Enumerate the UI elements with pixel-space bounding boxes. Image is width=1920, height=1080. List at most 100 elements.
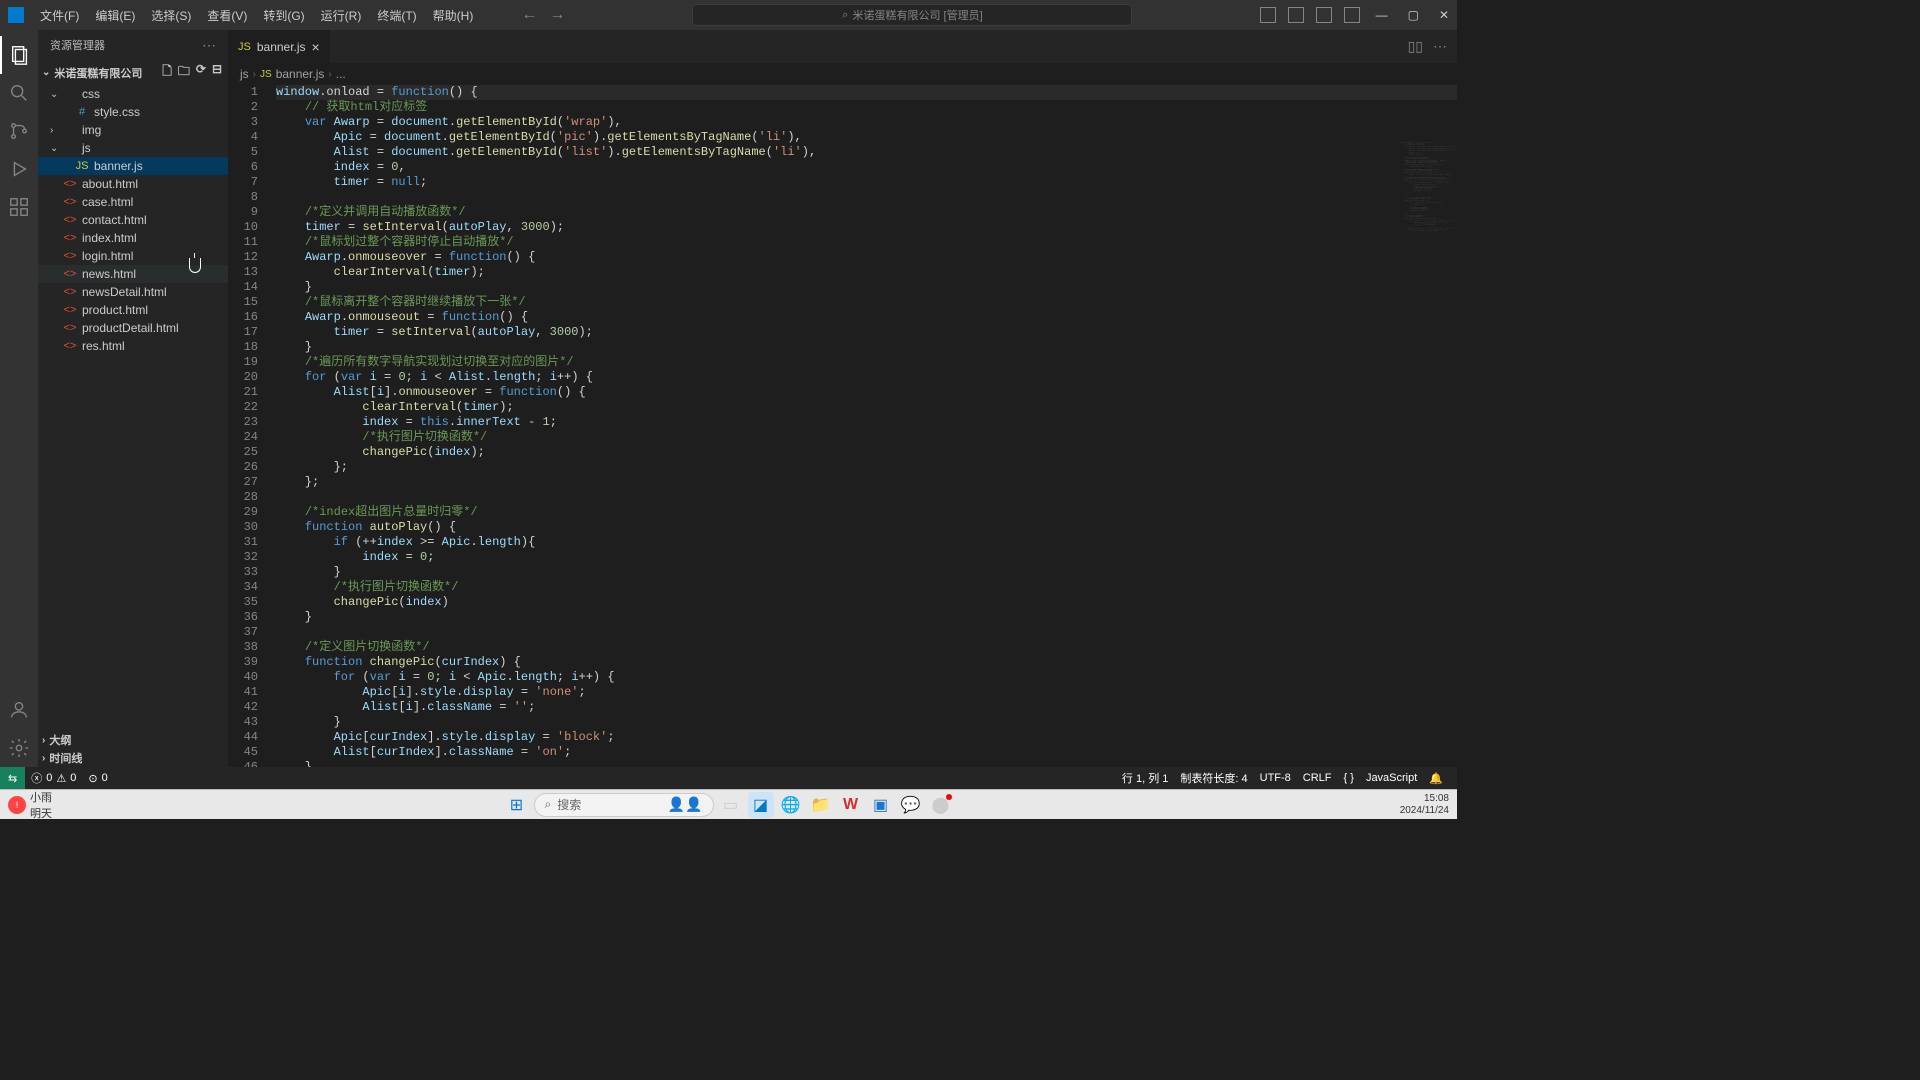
file-login.html[interactable]: <>login.html [38,247,228,265]
menu-item[interactable]: 文件(F) [32,3,87,28]
cursor-position[interactable]: 行 1, 列 1 [1116,770,1174,786]
file-style.css[interactable]: #style.css [38,103,228,121]
file-res.html[interactable]: <>res.html [38,337,228,355]
breadcrumb-segment[interactable]: ... [336,67,346,81]
folder-js[interactable]: ⌄js [38,139,228,157]
line-number: 1 [228,85,258,100]
outline-header[interactable]: ›大纲 [38,731,228,749]
new-file-icon[interactable]: 🗋 [162,62,172,83]
toggle-sidebar-icon[interactable] [1288,7,1304,23]
chevron-icon: › [50,125,62,136]
file-newsDetail.html[interactable]: <>newsDetail.html [38,283,228,301]
line-number: 35 [228,595,258,610]
code-line: /*执行图片切换函数*/ [276,580,1457,595]
ports-button[interactable]: ⊙ 0 [82,772,113,785]
line-number: 11 [228,235,258,250]
collapse-icon[interactable]: ⊟ [212,62,222,83]
menu-item[interactable]: 帮助(H) [425,3,482,28]
tab-banner-js[interactable]: JS banner.js × [228,30,331,63]
split-editor-icon[interactable]: ▯▯ [1408,38,1423,55]
menu-item[interactable]: 查看(V) [199,3,255,28]
folder-img[interactable]: ›img [38,121,228,139]
notifications-icon[interactable]: 🔔 [1423,772,1449,785]
close-button[interactable]: ✕ [1439,8,1449,22]
system-tray-clock[interactable]: 15:08 2024/11/24 [1400,793,1449,817]
folder-css[interactable]: ⌄css [38,85,228,103]
file-banner.js[interactable]: JSbanner.js [38,157,228,175]
refresh-icon[interactable]: ⟳ [196,62,206,83]
file-index.html[interactable]: <>index.html [38,229,228,247]
app-icon-1[interactable]: ▣ [868,792,894,818]
search-activity-icon[interactable] [0,74,38,112]
app-icon-2[interactable]: ⬤ [928,792,954,818]
language-mode[interactable]: JavaScript [1360,772,1423,784]
weather-widget[interactable]: ! 小雨 明天 [8,789,52,821]
js-file-icon: JS [238,41,251,53]
file-about.html[interactable]: <>about.html [38,175,228,193]
clock-time: 15:08 [1400,793,1449,805]
explorer-taskbar-icon[interactable]: 📁 [808,792,834,818]
code-line: index = 0; [276,550,1457,565]
breadcrumb[interactable]: js›JSbanner.js›... [228,63,1457,85]
timeline-header[interactable]: ›时间线 [38,749,228,767]
line-number: 26 [228,460,258,475]
encoding[interactable]: UTF-8 [1254,772,1297,784]
toggle-panel-icon[interactable] [1260,7,1276,23]
file-case.html[interactable]: <>case.html [38,193,228,211]
customize-layout-icon[interactable] [1344,7,1360,23]
vscode-taskbar-icon[interactable]: ◪ [748,792,774,818]
code-line: }; [276,475,1457,490]
menu-item[interactable]: 选择(S) [143,3,199,28]
menu-item[interactable]: 编辑(E) [87,3,143,28]
breadcrumb-segment[interactable]: js [240,67,249,81]
close-tab-icon[interactable]: × [312,39,320,55]
timeline-label: 时间线 [49,750,82,766]
eol[interactable]: CRLF [1297,772,1338,784]
chrome-icon[interactable]: 🌐 [778,792,804,818]
code-line: timer = null; [276,175,1457,190]
code-editor[interactable]: 1234567891011121314151617181920212223242… [228,85,1457,767]
code-line: /*执行图片切换函数*/ [276,430,1457,445]
wechat-icon[interactable]: 💬 [898,792,924,818]
menu-item[interactable]: 终端(T) [369,3,424,28]
forward-arrow-icon[interactable]: → [549,6,565,24]
file-news.html[interactable]: <>news.html [38,265,228,283]
html-file-icon: <> [62,322,78,334]
code-line: if (++index >= Apic.length){ [276,535,1457,550]
code-line: } [276,715,1457,730]
html-file-icon: <> [62,268,78,280]
menu-item[interactable]: 运行(R) [313,3,370,28]
start-button[interactable]: ⊞ [504,792,530,818]
explorer-root[interactable]: ⌄ 米诺蛋糕有限公司 🗋 🗀 ⟳ ⊟ [38,60,228,85]
line-number: 10 [228,220,258,235]
file-productDetail.html[interactable]: <>productDetail.html [38,319,228,337]
toggle-secondary-icon[interactable] [1316,7,1332,23]
settings-gear-icon[interactable] [0,729,38,767]
minimize-button[interactable]: — [1376,8,1388,22]
tab-size[interactable]: 制表符长度: 4 [1174,770,1253,786]
accounts-icon[interactable] [0,691,38,729]
taskbar-search[interactable]: ⌕搜索👤👤 [534,793,714,817]
file-product.html[interactable]: <>product.html [38,301,228,319]
scm-icon[interactable] [0,112,38,150]
explorer-icon[interactable] [0,36,38,74]
file-contact.html[interactable]: <>contact.html [38,211,228,229]
remote-button[interactable]: ⇆ [0,767,25,789]
debug-icon[interactable] [0,150,38,188]
back-arrow-icon[interactable]: ← [521,6,537,24]
wps-icon[interactable]: W [838,792,864,818]
tab-more-icon[interactable]: ⋯ [1433,38,1447,55]
more-icon[interactable]: ⋯ [202,37,216,54]
maximize-button[interactable]: ▢ [1408,8,1419,22]
problems-button[interactable]: ⓧ 0 ⚠ 0 [25,770,82,786]
command-center-search[interactable]: ⌕ 米诺蛋糕有限公司 [管理员] [692,4,1132,26]
menu-item[interactable]: 转到(G) [255,3,312,28]
code-line: for (var i = 0; i < Alist.length; i++) { [276,370,1457,385]
code-line: /*定义并调用自动播放函数*/ [276,205,1457,220]
task-view-icon[interactable]: ▭ [718,792,744,818]
minimap[interactable]: window.onload = function() { // 获取html对应… [1397,140,1457,340]
braces-icon[interactable]: { } [1338,772,1360,784]
extensions-icon[interactable] [0,188,38,226]
new-folder-icon[interactable]: 🗀 [178,62,190,83]
breadcrumb-segment[interactable]: banner.js [276,67,325,81]
